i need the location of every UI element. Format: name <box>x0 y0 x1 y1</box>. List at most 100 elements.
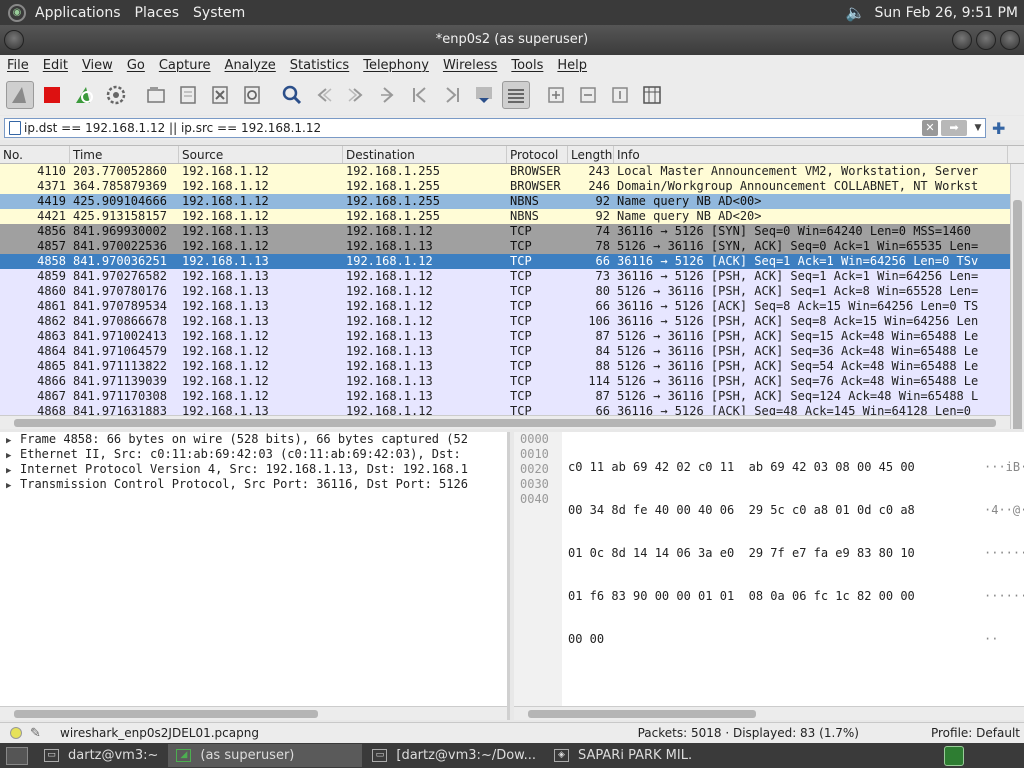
scrollbar-thumb[interactable] <box>1013 200 1022 429</box>
ascii-row[interactable]: ········ <box>984 589 1024 604</box>
column-header-time[interactable]: Time <box>70 146 179 163</box>
close-button[interactable] <box>1000 30 1020 50</box>
menu-wireless[interactable]: Wireless <box>436 58 504 73</box>
hex-row[interactable]: 01 f6 83 90 00 00 01 01 08 0a 06 fc 1c 8… <box>568 589 915 604</box>
column-header-protocol[interactable]: Protocol <box>507 146 568 163</box>
open-file-icon[interactable] <box>142 81 170 109</box>
packet-row[interactable]: 4865 841.971113822 192.168.1.12 192.168.1.1… <box>0 359 1024 374</box>
start-capture-fin-icon[interactable] <box>6 81 34 109</box>
column-header-info[interactable]: Info <box>614 146 1008 163</box>
show-desktop-icon[interactable] <box>6 746 28 765</box>
scrollbar-thumb[interactable] <box>14 419 996 427</box>
gnome-foot-icon[interactable]: ◉ <box>8 3 26 22</box>
restart-capture-icon[interactable] <box>70 81 98 109</box>
task-wireshark[interactable]: ◢ (as superuser) <box>168 744 363 767</box>
stop-capture-icon[interactable] <box>38 81 66 109</box>
menu-statistics[interactable]: Statistics <box>283 58 356 73</box>
task-terminal[interactable]: ▭ dartz@vm3:~ <box>36 744 166 767</box>
wireshark-tray-icon[interactable] <box>944 745 964 766</box>
packet-row[interactable]: 4856 841.969930002 192.168.1.13 192.168.1.1… <box>0 224 1024 239</box>
packet-row[interactable]: 4860 841.970780176 192.168.1.13 192.168.1.1… <box>0 284 1024 299</box>
column-header-length[interactable]: Length <box>568 146 614 163</box>
menu-view[interactable]: View <box>75 58 120 73</box>
go-back-icon[interactable] <box>310 81 338 109</box>
column-header-source[interactable]: Source <box>179 146 343 163</box>
bytes-horizontal-scrollbar[interactable] <box>514 706 1024 720</box>
menu-capture[interactable]: Capture <box>152 58 218 73</box>
ascii-row[interactable]: ·· <box>984 632 1024 647</box>
minimize-button[interactable] <box>952 30 972 50</box>
packet-row[interactable]: 4861 841.970789534 192.168.1.13 192.168.1.1… <box>0 299 1024 314</box>
ascii-row[interactable]: ······:· <box>984 546 1024 561</box>
packet-row[interactable]: 4858 841.970036251 192.168.1.13 192.168.1.1… <box>0 254 1024 269</box>
packet-list-horizontal-scrollbar[interactable] <box>0 415 1010 429</box>
column-header-destination[interactable]: Destination <box>343 146 507 163</box>
tree-item-ethernet[interactable]: ▶ Ethernet II, Src: c0:11:ab:69:42:03 (c0… <box>0 447 507 462</box>
task-sapari[interactable]: ◈ SAPARi PARK MIL. <box>546 744 700 767</box>
hex-row[interactable]: 00 00 <box>568 632 915 647</box>
task-terminal-downloads[interactable]: ▭ [dartz@vm3:~/Dow... <box>364 744 544 767</box>
add-filter-button-plus-icon[interactable]: ✚ <box>992 119 1010 138</box>
capture-comment-icon[interactable]: ✎ <box>30 726 46 741</box>
packet-row[interactable]: 4371 364.785879369 192.168.1.12 192.168.1.2… <box>0 179 1024 194</box>
bookmark-icon[interactable] <box>9 121 21 135</box>
packet-row[interactable]: 4110 203.770052860 192.168.1.12 192.168.1.2… <box>0 164 1024 179</box>
packet-row[interactable]: 4857 841.970022536 192.168.1.12 192.168.1.1… <box>0 239 1024 254</box>
column-header-no[interactable]: No. <box>0 146 70 163</box>
packet-row[interactable]: 4864 841.971064579 192.168.1.12 192.168.1.1… <box>0 344 1024 359</box>
resize-columns-icon[interactable] <box>638 81 666 109</box>
packet-row[interactable]: 4859 841.970276582 192.168.1.13 192.168.1.1… <box>0 269 1024 284</box>
normal-size-icon[interactable] <box>606 81 634 109</box>
capture-options-icon[interactable] <box>102 81 130 109</box>
menu-telephony[interactable]: Telephony <box>356 58 436 73</box>
last-packet-icon[interactable] <box>438 81 466 109</box>
menu-help[interactable]: Help <box>550 58 594 73</box>
hex-row[interactable]: 00 34 8d fe 40 00 40 06 29 5c c0 a8 01 0… <box>568 503 915 518</box>
zoom-in-icon[interactable] <box>542 81 570 109</box>
packet-row[interactable]: 4867 841.971170308 192.168.1.12 192.168.1.1… <box>0 389 1024 404</box>
byte-hex-dump[interactable]: c0 11 ab 69 42 02 c0 11 ab 69 42 03 08 0… <box>568 432 915 675</box>
menu-file[interactable]: File <box>0 58 36 73</box>
apply-filter-icon[interactable]: ➡ <box>941 120 967 136</box>
packet-row[interactable]: 4863 841.971002413 192.168.1.12 192.168.1.1… <box>0 329 1024 344</box>
clock[interactable]: Sun Feb 26, 9:51 PM <box>875 5 1018 21</box>
save-file-icon[interactable] <box>174 81 202 109</box>
menu-edit[interactable]: Edit <box>36 58 75 73</box>
volume-icon[interactable]: 🔈 <box>845 3 867 23</box>
applications-menu[interactable]: Applications <box>28 5 128 21</box>
find-packet-icon[interactable] <box>278 81 306 109</box>
scrollbar-thumb[interactable] <box>14 710 318 718</box>
ascii-row[interactable]: ·4··@·@· <box>984 503 1024 518</box>
first-packet-icon[interactable] <box>406 81 434 109</box>
go-forward-icon[interactable] <box>342 81 370 109</box>
expert-info-indicator-icon[interactable] <box>10 727 22 739</box>
system-menu[interactable]: System <box>186 5 252 21</box>
colorize-packet-list-icon[interactable] <box>502 81 530 109</box>
expand-arrow-icon[interactable]: ▶ <box>6 479 20 494</box>
packet-row[interactable]: 4421 425.913158157 192.168.1.12 192.168.1.2… <box>0 209 1024 224</box>
byte-ascii-dump[interactable]: ···iB··· ·4··@·@· ······:· ········ ·· <box>984 432 1024 675</box>
tree-item-ipv4[interactable]: ▶ Internet Protocol Version 4, Src: 192.1… <box>0 462 507 477</box>
clear-filter-icon[interactable]: ✕ <box>922 120 938 136</box>
packet-list-vertical-scrollbar[interactable] <box>1010 164 1024 429</box>
menu-analyze[interactable]: Analyze <box>218 58 283 73</box>
display-filter-input[interactable] <box>24 121 922 135</box>
ascii-row[interactable]: ···iB··· <box>984 460 1024 475</box>
hex-row[interactable]: c0 11 ab 69 42 02 c0 11 ab 69 42 03 08 0… <box>568 460 915 475</box>
hex-row[interactable]: 01 0c 8d 14 14 06 3a e0 29 7f e7 fa e9 8… <box>568 546 915 561</box>
packet-row[interactable]: 4862 841.970866678 192.168.1.13 192.168.1.1… <box>0 314 1024 329</box>
profile-selector[interactable]: Profile: Default <box>931 726 1020 740</box>
reload-file-icon[interactable] <box>238 81 266 109</box>
menu-tools[interactable]: Tools <box>504 58 550 73</box>
maximize-button[interactable] <box>976 30 996 50</box>
window-menu-button[interactable] <box>4 30 24 50</box>
menu-go[interactable]: Go <box>120 58 152 73</box>
close-file-icon[interactable] <box>206 81 234 109</box>
packet-row[interactable]: 4866 841.971139039 192.168.1.12 192.168.1.1… <box>0 374 1024 389</box>
go-to-packet-icon[interactable] <box>374 81 402 109</box>
tree-item-frame[interactable]: ▶ Frame 4858: 66 bytes on wire (528 bits)… <box>0 432 507 447</box>
filter-history-chevron-down-icon[interactable]: ▼ <box>971 123 985 133</box>
scrollbar-thumb[interactable] <box>528 710 756 718</box>
packet-row[interactable]: 4419 425.909104666 192.168.1.12 192.168.1.2… <box>0 194 1024 209</box>
details-horizontal-scrollbar[interactable] <box>0 706 507 720</box>
